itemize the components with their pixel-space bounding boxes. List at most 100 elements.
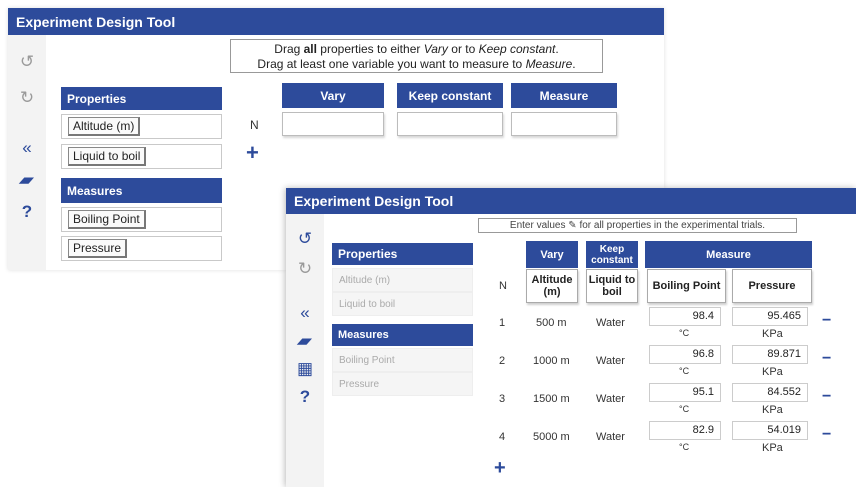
instr-text: Drag at least one variable you want to m… — [257, 57, 526, 71]
row-n: 2 — [499, 355, 506, 367]
altitude-column: Altitude (m) — [526, 269, 578, 303]
row-altitude: 500 m — [536, 317, 567, 329]
remove-row-minus-icon[interactable]: − — [822, 350, 831, 368]
boiling-point-value: 98.4 — [692, 310, 714, 322]
row-altitude: 1000 m — [533, 355, 570, 367]
row-altitude: 5000 m — [533, 431, 570, 443]
instr-measure: Measure — [525, 57, 573, 71]
row-liquid: Water — [596, 431, 625, 443]
pressure-input[interactable]: 54.019 — [732, 421, 808, 440]
pressure-value: 95.465 — [767, 310, 801, 322]
boiling-point-unit: °C — [679, 328, 690, 338]
keep-constant-label: Keep constant — [408, 88, 492, 103]
add-trial-plus-icon[interactable]: + — [494, 458, 506, 478]
keep-constant-drop-zone[interactable] — [397, 112, 503, 136]
measure-label: Measure — [706, 248, 751, 261]
row-n: 4 — [499, 431, 506, 443]
pressure-unit: KPa — [762, 404, 783, 416]
measure-slot-disabled: Pressure — [332, 372, 473, 396]
vary-column-header: Vary — [282, 83, 384, 108]
boiling-point-value: 95.1 — [692, 386, 714, 398]
n-label: N — [250, 118, 259, 132]
measures-header: Measures — [61, 178, 222, 203]
eraser-icon[interactable]: ▰ — [11, 167, 44, 191]
measures-label: Measures — [338, 329, 389, 341]
pressure-unit: KPa — [762, 328, 783, 340]
remove-row-minus-icon[interactable]: − — [822, 388, 831, 406]
help-icon[interactable]: ? — [293, 384, 317, 408]
n-label: N — [499, 280, 507, 292]
pressure-input[interactable]: 84.552 — [732, 383, 808, 402]
boiling-point-value: 96.8 — [692, 348, 714, 360]
property-slot: Liquid to boil — [61, 144, 222, 169]
pressure-unit: KPa — [762, 442, 783, 454]
instructions-box: Drag all properties to either Vary or to… — [230, 39, 603, 73]
measures-label: Measures — [67, 183, 123, 198]
instr-keep: Keep constant — [478, 42, 556, 56]
pressure-label: Pressure — [748, 280, 796, 292]
row-n: 3 — [499, 393, 506, 405]
pressure-value: 84.552 — [767, 386, 801, 398]
measure-boiling-disabled: Boiling Point — [339, 354, 395, 366]
instr-text: . — [555, 42, 559, 56]
remove-row-minus-icon[interactable]: − — [822, 426, 831, 444]
measure-chip-boiling-point[interactable]: Boiling Point — [68, 210, 146, 229]
help-icon[interactable]: ? — [15, 199, 39, 223]
vary-label: Vary — [540, 248, 564, 261]
boiling-point-unit: °C — [679, 366, 690, 376]
eraser-icon[interactable]: ▰ — [289, 328, 322, 352]
vary-label: Vary — [320, 88, 346, 103]
instr-text: Enter values — [509, 220, 566, 231]
measure-slot-disabled: Boiling Point — [332, 348, 473, 372]
keep-constant-column-header: Keep constant — [397, 83, 503, 108]
boiling-point-input[interactable]: 95.1 — [649, 383, 721, 402]
measure-label: Measure — [539, 88, 589, 103]
row-liquid: Water — [596, 317, 625, 329]
pressure-unit: KPa — [762, 366, 783, 378]
instr-vary: Vary — [423, 42, 448, 56]
property-chip-liquid[interactable]: Liquid to boil — [68, 147, 147, 166]
remove-row-minus-icon[interactable]: − — [822, 312, 831, 330]
measure-column-header: Measure — [511, 83, 617, 108]
table-icon[interactable]: ▦ — [293, 356, 317, 380]
property-liquid-disabled: Liquid to boil — [339, 298, 396, 310]
collapse-icon[interactable]: « — [293, 300, 317, 324]
properties-header: Properties — [332, 243, 473, 265]
add-trial-plus-icon[interactable]: + — [246, 142, 259, 164]
boiling-point-unit: °C — [679, 442, 690, 452]
pressure-column: Pressure — [732, 269, 812, 303]
measure-drop-zone[interactable] — [511, 112, 617, 136]
window-title: Experiment Design Tool — [16, 13, 176, 30]
undo-icon[interactable]: ↺ — [293, 226, 317, 250]
window-title: Experiment Design Tool — [294, 193, 454, 209]
properties-label: Properties — [338, 247, 398, 261]
instr-text: or to — [447, 42, 479, 56]
boiling-point-value: 82.9 — [692, 424, 714, 436]
row-liquid: Water — [596, 393, 625, 405]
measures-header: Measures — [332, 324, 473, 346]
edit-icon: ✎ — [568, 220, 577, 231]
keep-constant-column-header: Keep constant — [586, 241, 638, 268]
measure-pressure-disabled: Pressure — [339, 378, 380, 390]
property-slot-disabled: Altitude (m) — [332, 268, 473, 292]
property-chip-altitude[interactable]: Altitude (m) — [68, 117, 141, 136]
boiling-point-input[interactable]: 82.9 — [649, 421, 721, 440]
row-liquid: Water — [596, 355, 625, 367]
measure-chip-pressure[interactable]: Pressure — [68, 239, 128, 258]
property-slot-disabled: Liquid to boil — [332, 292, 473, 316]
instructions-box: Enter values ✎ for all properties in the… — [478, 218, 797, 233]
experiment-window-front: Experiment Design Tool ↺ ↻ « ▰ ▦ ? Prope… — [286, 188, 856, 487]
redo-icon[interactable]: ↻ — [15, 85, 39, 109]
pressure-input[interactable]: 89.871 — [732, 345, 808, 364]
collapse-icon[interactable]: « — [15, 135, 39, 159]
boiling-point-label: Boiling Point — [652, 280, 721, 292]
boiling-point-input[interactable]: 98.4 — [649, 307, 721, 326]
property-altitude-disabled: Altitude (m) — [339, 274, 391, 286]
vary-drop-zone[interactable] — [282, 112, 384, 136]
keep-constant-label: Keep constant — [591, 243, 633, 266]
undo-icon[interactable]: ↺ — [15, 49, 39, 73]
redo-icon[interactable]: ↻ — [293, 256, 317, 280]
vary-column-header: Vary — [526, 241, 578, 268]
pressure-input[interactable]: 95.465 — [732, 307, 808, 326]
boiling-point-input[interactable]: 96.8 — [649, 345, 721, 364]
